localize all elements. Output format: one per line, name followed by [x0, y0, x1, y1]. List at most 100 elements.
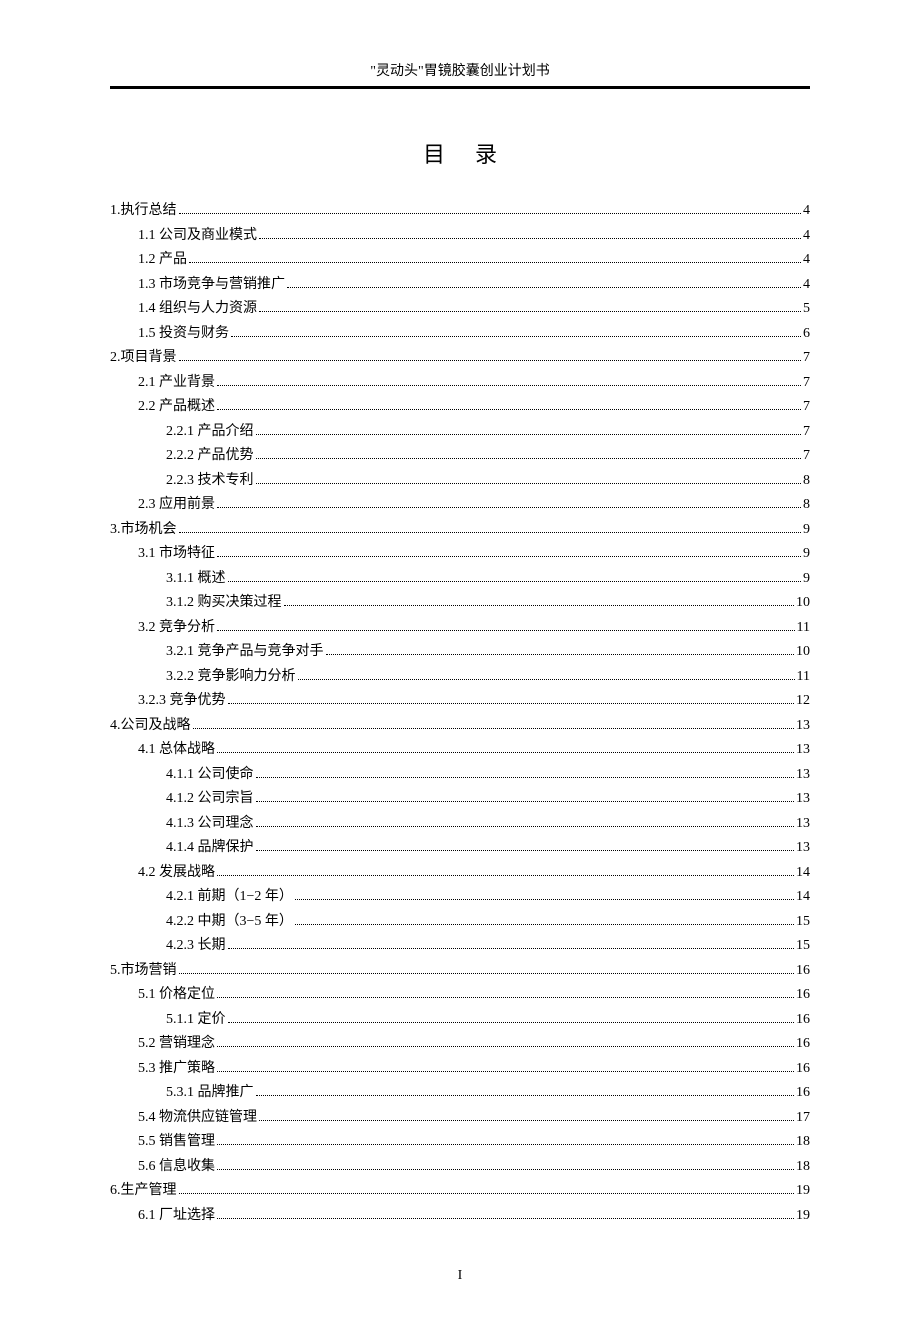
- toc-entry-page: 9: [803, 518, 810, 543]
- toc-entry-label: 1.5 投资与财务: [138, 322, 229, 347]
- toc-leader-dots: [259, 238, 801, 239]
- toc-entry[interactable]: 4.1.1 公司使命13: [110, 763, 810, 788]
- toc-entry[interactable]: 2.2.1 产品介绍7: [110, 420, 810, 445]
- toc-leader-dots: [228, 1022, 795, 1023]
- toc-entry-label: 3.2.1 竞争产品与竞争对手: [166, 640, 324, 665]
- toc-entry-label: 2.项目背景: [110, 346, 177, 371]
- toc-entry-page: 14: [796, 885, 810, 910]
- toc-entry[interactable]: 4.1.4 品牌保护13: [110, 836, 810, 861]
- toc-entry-page: 12: [796, 689, 810, 714]
- toc-entry[interactable]: 5.市场营销16: [110, 959, 810, 984]
- toc-entry-page: 7: [803, 395, 810, 420]
- toc-leader-dots: [217, 1218, 794, 1219]
- toc-entry-label: 4.2 发展战略: [138, 861, 215, 886]
- toc-entry[interactable]: 2.3 应用前景8: [110, 493, 810, 518]
- toc-entry[interactable]: 4.1.3 公司理念13: [110, 812, 810, 837]
- toc-entry-page: 16: [796, 1057, 810, 1082]
- toc-entry-page: 16: [796, 1032, 810, 1057]
- toc-entry[interactable]: 2.2 产品概述 7: [110, 395, 810, 420]
- toc-entry[interactable]: 4.2 发展战略14: [110, 861, 810, 886]
- toc-entry[interactable]: 2.项目背景7: [110, 346, 810, 371]
- toc-leader-dots: [217, 385, 801, 386]
- toc-leader-dots: [217, 1071, 794, 1072]
- toc-entry-page: 13: [796, 836, 810, 861]
- toc-leader-dots: [256, 826, 795, 827]
- toc-entry[interactable]: 1.3 市场竞争与营销推广4: [110, 273, 810, 298]
- toc-entry-label: 5.1 价格定位: [138, 983, 215, 1008]
- toc-entry[interactable]: 1.1 公司及商业模式4: [110, 224, 810, 249]
- toc-entry[interactable]: 4.2.2 中期（3−5 年）15: [110, 910, 810, 935]
- toc-entry[interactable]: 3.1.1 概述9: [110, 567, 810, 592]
- toc-entry[interactable]: 5.2 营销理念16: [110, 1032, 810, 1057]
- toc-leader-dots: [256, 1095, 795, 1096]
- toc-entry-page: 19: [796, 1179, 810, 1204]
- toc-entry[interactable]: 3.1.2 购买决策过程10: [110, 591, 810, 616]
- toc-leader-dots: [228, 581, 802, 582]
- toc-entry-label: 2.1 产业背景: [138, 371, 215, 396]
- toc-entry-page: 17: [796, 1106, 810, 1131]
- toc-entry-page: 19: [796, 1204, 810, 1229]
- toc-entry[interactable]: 3.2.2 竞争影响力分析11: [110, 665, 810, 690]
- toc-entry[interactable]: 3.1 市场特征9: [110, 542, 810, 567]
- toc-entry-label: 4.1 总体战略: [138, 738, 215, 763]
- toc-leader-dots: [256, 458, 802, 459]
- toc-entry-page: 16: [796, 1008, 810, 1033]
- toc-entry[interactable]: 3.2 竞争分析11: [110, 616, 810, 641]
- toc-entry-page: 5: [803, 297, 810, 322]
- toc-entry-page: 13: [796, 714, 810, 739]
- toc-leader-dots: [217, 409, 801, 410]
- toc-entry-label: 4.1.2 公司宗旨: [166, 787, 254, 812]
- toc-entry-label: 2.2.3 技术专利: [166, 469, 254, 494]
- toc-entry[interactable]: 3.2.1 竞争产品与竞争对手10: [110, 640, 810, 665]
- toc-entry[interactable]: 5.6 信息收集18: [110, 1155, 810, 1180]
- document-header: "灵动头"胃镜胶囊创业计划书: [110, 60, 810, 87]
- toc-entry[interactable]: 1.执行总结4: [110, 199, 810, 224]
- toc-entry[interactable]: 5.1 价格定位16: [110, 983, 810, 1008]
- toc-entry[interactable]: 4.公司及战略 13: [110, 714, 810, 739]
- toc-leader-dots: [228, 703, 795, 704]
- toc-entry[interactable]: 4.2.3 长期15: [110, 934, 810, 959]
- toc-entry-label: 1.执行总结: [110, 199, 177, 224]
- toc-entry-page: 7: [803, 420, 810, 445]
- toc-leader-dots: [189, 262, 801, 263]
- toc-leader-dots: [217, 997, 794, 998]
- toc-entry-label: 2.2 产品概述: [138, 395, 215, 420]
- toc-leader-dots: [256, 850, 795, 851]
- toc-leader-dots: [217, 1169, 794, 1170]
- toc-leader-dots: [231, 336, 801, 337]
- toc-entry[interactable]: 6.生产管理 19: [110, 1179, 810, 1204]
- toc-leader-dots: [179, 213, 802, 214]
- toc-entry[interactable]: 1.4 组织与人力资源5: [110, 297, 810, 322]
- toc-entry-label: 6.生产管理: [110, 1179, 177, 1204]
- toc-entry[interactable]: 4.2.1 前期（1−2 年） 14: [110, 885, 810, 910]
- toc-entry[interactable]: 5.4 物流供应链管理 17: [110, 1106, 810, 1131]
- toc-entry-page: 18: [796, 1155, 810, 1180]
- toc-entry-label: 4.公司及战略: [110, 714, 191, 739]
- toc-leader-dots: [217, 556, 801, 557]
- toc-entry[interactable]: 4.1.2 公司宗旨13: [110, 787, 810, 812]
- toc-entry[interactable]: 3.2.3 竞争优势12: [110, 689, 810, 714]
- toc-entry[interactable]: 2.2.3 技术专利 8: [110, 469, 810, 494]
- toc-entry-page: 18: [796, 1130, 810, 1155]
- toc-entry-page: 8: [803, 469, 810, 494]
- toc-leader-dots: [217, 875, 794, 876]
- toc-entry[interactable]: 6.1 厂址选择19: [110, 1204, 810, 1229]
- toc-entry[interactable]: 5.3 推广策略16: [110, 1057, 810, 1082]
- toc-entry[interactable]: 1.2 产品4: [110, 248, 810, 273]
- toc-entry[interactable]: 5.5 销售管理18: [110, 1130, 810, 1155]
- toc-entry-label: 4.2.1 前期（1−2 年）: [166, 885, 293, 910]
- toc-entry[interactable]: 5.3.1 品牌推广16: [110, 1081, 810, 1106]
- toc-entry[interactable]: 2.1 产业背景7: [110, 371, 810, 396]
- toc-entry-label: 4.2.2 中期（3−5 年）: [166, 910, 293, 935]
- toc-leader-dots: [217, 630, 795, 631]
- toc-entry[interactable]: 2.2.2 产品优势7: [110, 444, 810, 469]
- toc-entry[interactable]: 1.5 投资与财务6: [110, 322, 810, 347]
- toc-leader-dots: [259, 1120, 794, 1121]
- toc-entry-page: 13: [796, 763, 810, 788]
- toc-entry-label: 1.2 产品: [138, 248, 187, 273]
- toc-entry[interactable]: 3.市场机会9: [110, 518, 810, 543]
- toc-entry[interactable]: 4.1 总体战略13: [110, 738, 810, 763]
- toc-entry-label: 5.4 物流供应链管理: [138, 1106, 257, 1131]
- toc-entry[interactable]: 5.1.1 定价16: [110, 1008, 810, 1033]
- toc-leader-dots: [179, 360, 802, 361]
